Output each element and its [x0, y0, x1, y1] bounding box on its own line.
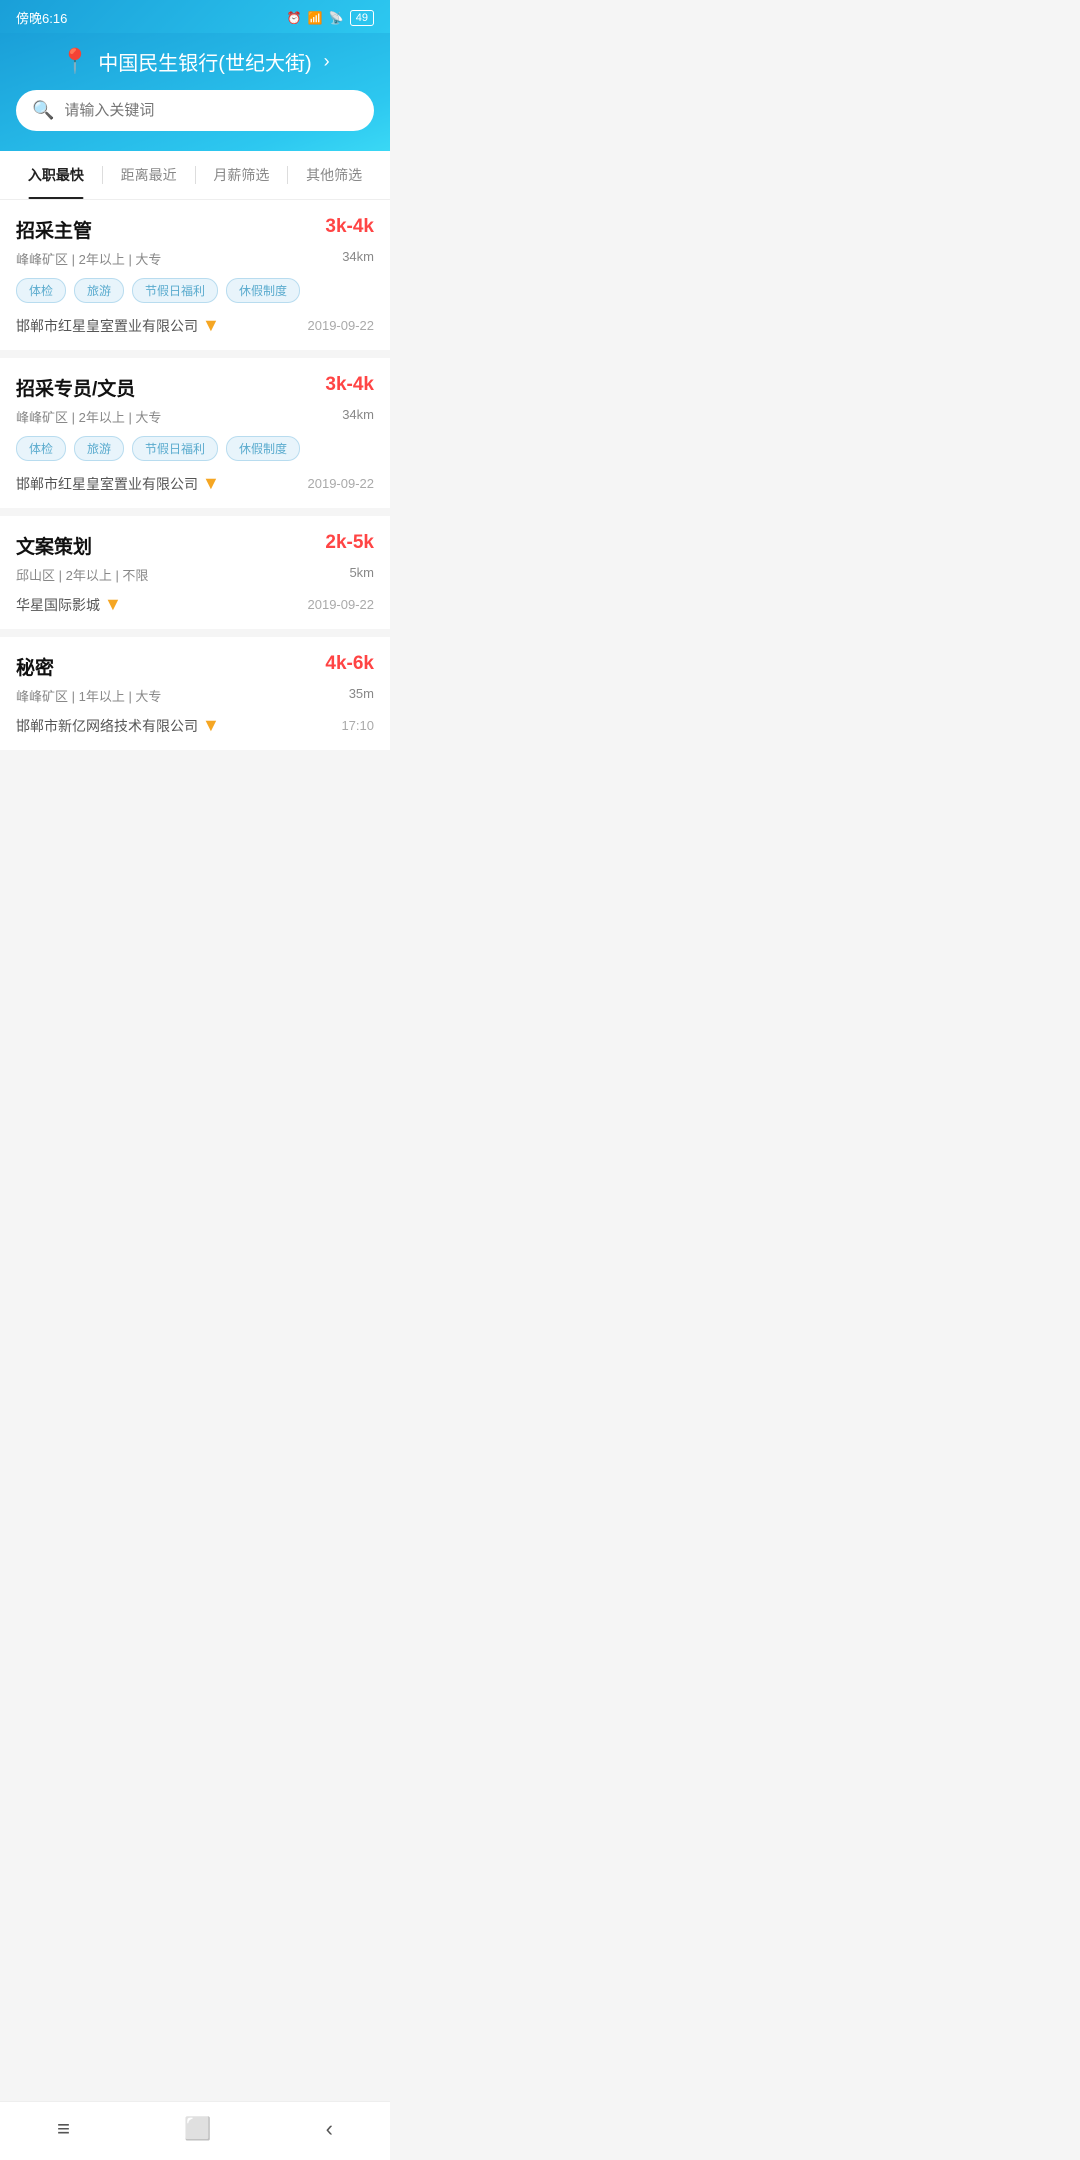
job-details: 邱山区 | 2年以上 | 不限 — [16, 565, 148, 584]
nav-back-icon[interactable]: ‹ — [326, 2116, 333, 2142]
company-label: 华星国际影城 — [16, 595, 100, 615]
job-details: 峰峰矿区 | 1年以上 | 大专 — [16, 686, 161, 705]
job-distance: 34km — [342, 249, 374, 268]
job-card-job2[interactable]: 招采专员/文员 3k-4k 峰峰矿区 | 2年以上 | 大专 34km 体检旅游… — [0, 358, 390, 508]
job-details: 峰峰矿区 | 2年以上 | 大专 — [16, 249, 161, 268]
job-header: 招采主管 3k-4k — [16, 216, 374, 243]
job-distance: 35m — [349, 686, 374, 705]
job-tag: 休假制度 — [226, 436, 300, 461]
job-footer: 邯郸市红星皇室置业有限公司 ▼ 2019-09-22 — [16, 473, 374, 494]
filter-tab-nearest[interactable]: 距离最近 — [103, 151, 195, 199]
job-card-job1[interactable]: 招采主管 3k-4k 峰峰矿区 | 2年以上 | 大专 34km 体检旅游节假日… — [0, 200, 390, 350]
verified-icon: ▼ — [104, 594, 122, 615]
verified-icon: ▼ — [202, 473, 220, 494]
job-header: 文案策划 2k-5k — [16, 532, 374, 559]
job-list: 招采主管 3k-4k 峰峰矿区 | 2年以上 | 大专 34km 体检旅游节假日… — [0, 200, 390, 750]
search-icon: 🔍 — [32, 100, 54, 121]
company-name: 邯郸市红星皇室置业有限公司 ▼ — [16, 473, 220, 494]
company-name: 邯郸市新亿网络技术有限公司 ▼ — [16, 715, 220, 736]
job-footer: 邯郸市红星皇室置业有限公司 ▼ 2019-09-22 — [16, 315, 374, 336]
job-title: 文案策划 — [16, 532, 92, 559]
job-tag: 休假制度 — [226, 278, 300, 303]
job-title: 招采专员/文员 — [16, 374, 135, 401]
nav-menu-icon[interactable]: ≡ — [57, 2116, 70, 2142]
status-icons: ⏰ 📶 📡 49 — [287, 10, 374, 26]
job-salary: 2k-5k — [325, 532, 374, 554]
job-header: 秘密 4k-6k — [16, 653, 374, 680]
job-tag: 体检 — [16, 436, 66, 461]
nav-home-icon[interactable]: ⬜ — [184, 2116, 211, 2142]
job-date: 2019-09-22 — [308, 597, 375, 612]
job-salary: 3k-4k — [325, 374, 374, 396]
job-salary: 4k-6k — [325, 653, 374, 675]
bottom-nav: ≡ ⬜ ‹ — [0, 2101, 390, 2160]
company-name: 邯郸市红星皇室置业有限公司 ▼ — [16, 315, 220, 336]
job-tags: 体检旅游节假日福利休假制度 — [16, 278, 374, 303]
wifi-icon: 📡 — [329, 11, 344, 25]
job-meta: 邱山区 | 2年以上 | 不限 5km — [16, 565, 374, 584]
job-tag: 体检 — [16, 278, 66, 303]
verified-icon: ▼ — [202, 315, 220, 336]
signal-icon: 📶 — [308, 11, 323, 25]
job-date: 17:10 — [341, 718, 374, 733]
location-icon: 📍 — [60, 47, 90, 76]
search-bar[interactable]: 🔍 — [16, 90, 374, 131]
filter-tabs: 入职最快 距离最近 月薪筛选 其他筛选 — [0, 151, 390, 200]
job-meta: 峰峰矿区 | 2年以上 | 大专 34km — [16, 407, 374, 426]
verified-icon: ▼ — [202, 715, 220, 736]
job-meta: 峰峰矿区 | 2年以上 | 大专 34km — [16, 249, 374, 268]
alarm-icon: ⏰ — [287, 11, 302, 25]
job-date: 2019-09-22 — [308, 476, 375, 491]
job-card-job4[interactable]: 秘密 4k-6k 峰峰矿区 | 1年以上 | 大专 35m 邯郸市新亿网络技术有… — [0, 637, 390, 750]
job-distance: 34km — [342, 407, 374, 426]
job-meta: 峰峰矿区 | 1年以上 | 大专 35m — [16, 686, 374, 705]
company-label: 邯郸市红星皇室置业有限公司 — [16, 316, 198, 336]
status-bar: 傍晚6:16 ⏰ 📶 📡 49 — [0, 0, 390, 33]
battery-icon: 49 — [350, 10, 374, 26]
filter-tab-fastest[interactable]: 入职最快 — [10, 151, 102, 199]
job-tag: 节假日福利 — [132, 436, 218, 461]
company-label: 邯郸市新亿网络技术有限公司 — [16, 716, 198, 736]
job-title: 秘密 — [16, 653, 54, 680]
job-tag: 旅游 — [74, 436, 124, 461]
job-tag: 节假日福利 — [132, 278, 218, 303]
job-header: 招采专员/文员 3k-4k — [16, 374, 374, 401]
company-name: 华星国际影城 ▼ — [16, 594, 122, 615]
job-tag: 旅游 — [74, 278, 124, 303]
job-salary: 3k-4k — [325, 216, 374, 238]
location-row[interactable]: 📍 中国民生银行(世纪大街) › — [60, 47, 329, 76]
job-details: 峰峰矿区 | 2年以上 | 大专 — [16, 407, 161, 426]
job-title: 招采主管 — [16, 216, 92, 243]
job-tags: 体检旅游节假日福利休假制度 — [16, 436, 374, 461]
status-time: 傍晚6:16 — [16, 8, 67, 27]
filter-tab-other[interactable]: 其他筛选 — [288, 151, 380, 199]
job-footer: 华星国际影城 ▼ 2019-09-22 — [16, 594, 374, 615]
header: 📍 中国民生银行(世纪大街) › 🔍 — [0, 33, 390, 151]
job-date: 2019-09-22 — [308, 318, 375, 333]
filter-tab-salary[interactable]: 月薪筛选 — [196, 151, 288, 199]
chevron-right-icon: › — [324, 51, 330, 72]
job-footer: 邯郸市新亿网络技术有限公司 ▼ 17:10 — [16, 715, 374, 736]
job-card-job3[interactable]: 文案策划 2k-5k 邱山区 | 2年以上 | 不限 5km 华星国际影城 ▼ … — [0, 516, 390, 629]
location-label: 中国民生银行(世纪大街) — [98, 47, 311, 76]
job-distance: 5km — [349, 565, 374, 584]
search-input[interactable] — [64, 102, 358, 119]
company-label: 邯郸市红星皇室置业有限公司 — [16, 474, 198, 494]
